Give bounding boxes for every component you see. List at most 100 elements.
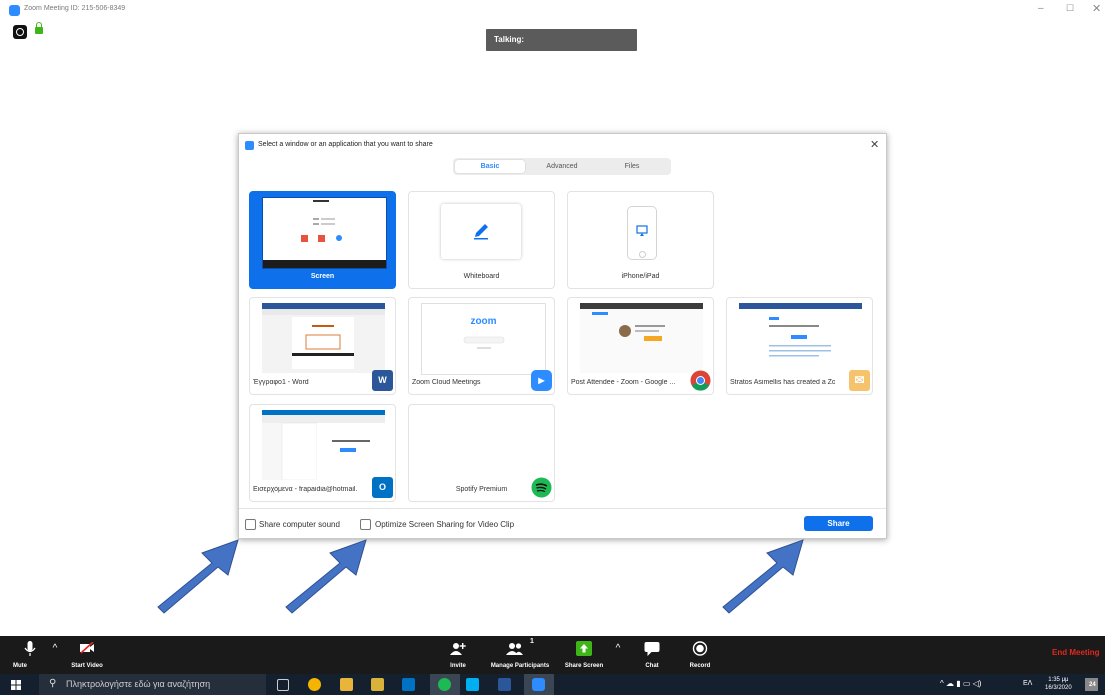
windows-taskbar: ⚲ Πληκτρολογήστε εδώ για αναζήτηση ^ ☁ ▮…: [0, 674, 1105, 695]
tab-advanced[interactable]: Advanced: [527, 160, 597, 173]
start-video-button[interactable]: Start Video: [64, 636, 110, 674]
screen-thumbnail: [262, 197, 387, 269]
share-app-chrome[interactable]: Post Attendee - Zoom - Google ...: [567, 297, 714, 395]
window-title: Zoom Meeting ID: 215-506-8349: [24, 5, 126, 12]
meeting-toolbar: Mute ^ Start Video Invite 1 Manage Parti…: [0, 636, 1105, 674]
record-button[interactable]: Record: [684, 636, 716, 674]
chat-label: Chat: [645, 663, 659, 669]
language-indicator[interactable]: ΕΛ: [1023, 680, 1032, 687]
share-option-iphone-ipad[interactable]: iPhone/iPad: [567, 191, 714, 289]
chat-button[interactable]: Chat: [638, 636, 666, 674]
share-option-screen[interactable]: Screen: [249, 191, 396, 289]
chrome-icon: [690, 370, 711, 391]
taskbar-search-box[interactable]: ⚲ Πληκτρολογήστε εδώ για αναζήτηση: [39, 674, 266, 695]
window-title-bar: Zoom Meeting ID: 215-506-8349 – ☐ ✕: [0, 0, 1105, 22]
tab-basic[interactable]: Basic: [455, 160, 525, 173]
app-label: Zoom Cloud Meetings: [412, 379, 481, 386]
record-icon: [692, 641, 708, 656]
store-icon[interactable]: [371, 678, 384, 691]
mute-button[interactable]: Mute: [10, 636, 50, 674]
zoom-taskbar-slot[interactable]: [524, 674, 554, 695]
system-tray-icons[interactable]: ^ ☁ ▮ ▭ ◁): [940, 679, 981, 688]
end-meeting-button[interactable]: End Meeting: [1052, 648, 1100, 657]
task-view-icon[interactable]: [277, 679, 289, 691]
app-thumbnail: [262, 303, 385, 373]
invite-label: Invite: [450, 663, 466, 669]
tab-files[interactable]: Files: [597, 160, 667, 173]
app-label: Εισερχόμενα - frapaidia@hotmail....: [253, 486, 358, 493]
share-option-whiteboard[interactable]: Whiteboard: [408, 191, 555, 289]
zoom-logo-icon: [245, 141, 254, 150]
close-icon[interactable]: ✕: [870, 138, 879, 151]
video-off-icon: [80, 642, 94, 654]
word-taskbar-icon[interactable]: [498, 678, 511, 691]
share-dialog: Select a window or an application that y…: [238, 133, 887, 539]
zoom-icon: ▶: [531, 370, 552, 391]
app-thumbnail: [262, 410, 385, 481]
tile-label: Whiteboard: [463, 273, 500, 280]
minimize-button[interactable]: –: [1038, 3, 1044, 14]
talking-indicator: Talking:: [486, 29, 637, 51]
share-options-caret[interactable]: ^: [612, 636, 624, 674]
manage-participants-button[interactable]: 1 Manage Participants: [482, 636, 558, 674]
participants-icon: [506, 643, 523, 655]
file-explorer-icon[interactable]: [340, 678, 353, 691]
start-video-label: Start Video: [71, 663, 103, 669]
share-sound-checkbox[interactable]: [245, 519, 256, 530]
participant-count: 1: [530, 638, 534, 645]
share-screen-icon: [576, 641, 592, 656]
zoom-taskbar-icon: [532, 678, 545, 691]
close-window-button[interactable]: ✕: [1092, 2, 1101, 15]
mute-label: Mute: [13, 663, 27, 669]
search-placeholder: Πληκτρολογήστε εδώ για αναζήτηση: [66, 679, 211, 689]
share-app-outlook[interactable]: Εισερχόμενα - frapaidia@hotmail.... O: [249, 404, 396, 502]
share-screen-button[interactable]: Share Screen: [562, 636, 606, 674]
word-icon: W: [372, 370, 393, 391]
chrome-taskbar-icon[interactable]: [308, 678, 321, 691]
zoom-logo-icon: [9, 5, 20, 16]
outlook-icon: O: [372, 477, 393, 498]
add-user-icon: [450, 643, 466, 655]
mail-icon: ✉: [849, 370, 870, 391]
taskbar-clock[interactable]: 1:35 μμ 16/3/2020: [1045, 676, 1072, 692]
clock-time: 1:35 μμ: [1048, 677, 1069, 683]
notification-center-icon[interactable]: 24: [1085, 678, 1098, 691]
skype-icon[interactable]: [466, 678, 479, 691]
tile-label: Screen: [310, 273, 335, 280]
dialog-title: Select a window or an application that y…: [258, 141, 433, 148]
optimize-video-label: Optimize Screen Sharing for Video Clip: [375, 520, 515, 529]
chevron-up-icon: ^: [615, 643, 621, 654]
share-screen-label: Share Screen: [564, 663, 604, 669]
outlook-taskbar-icon[interactable]: [402, 678, 415, 691]
record-label: Record: [689, 663, 711, 669]
app-thumbnail: [580, 303, 703, 373]
phone-icon: [627, 206, 657, 260]
maximize-button[interactable]: ☐: [1066, 3, 1074, 14]
app-label: Έγγραφο1 - Word: [253, 379, 309, 386]
clock-date: 16/3/2020: [1045, 685, 1072, 691]
share-tabs: Basic Advanced Files: [453, 158, 671, 175]
whiteboard-preview: [441, 204, 521, 259]
dialog-divider: [239, 508, 886, 509]
share-button[interactable]: Share: [804, 516, 873, 531]
notification-count: 24: [1089, 682, 1096, 688]
chevron-up-icon: ^: [52, 643, 58, 654]
invite-button[interactable]: Invite: [443, 636, 473, 674]
share-app-spotify[interactable]: Spotify Premium: [408, 404, 555, 502]
share-app-word[interactable]: Έγγραφο1 - Word W: [249, 297, 396, 395]
search-icon: ⚲: [49, 678, 57, 689]
share-sound-label: Share computer sound: [259, 520, 340, 529]
app-label: Stratos Asimellis has created a Zo...: [730, 379, 835, 386]
share-app-zoom[interactable]: zoom Zoom Cloud Meetings ▶: [408, 297, 555, 395]
app-thumbnail: [739, 303, 862, 373]
lock-icon[interactable]: [35, 22, 43, 34]
spotify-icon: [531, 477, 552, 498]
optimize-video-checkbox[interactable]: [360, 519, 371, 530]
spotify-taskbar-slot[interactable]: [430, 674, 460, 695]
windows-start-icon[interactable]: [11, 680, 21, 690]
annotation-arrow-share-sound: [157, 539, 239, 614]
audio-options-caret[interactable]: ^: [49, 636, 61, 674]
meeting-info-icon[interactable]: [13, 25, 27, 39]
spotify-taskbar-icon: [438, 678, 451, 691]
share-app-mail[interactable]: Stratos Asimellis has created a Zo... ✉: [726, 297, 873, 395]
